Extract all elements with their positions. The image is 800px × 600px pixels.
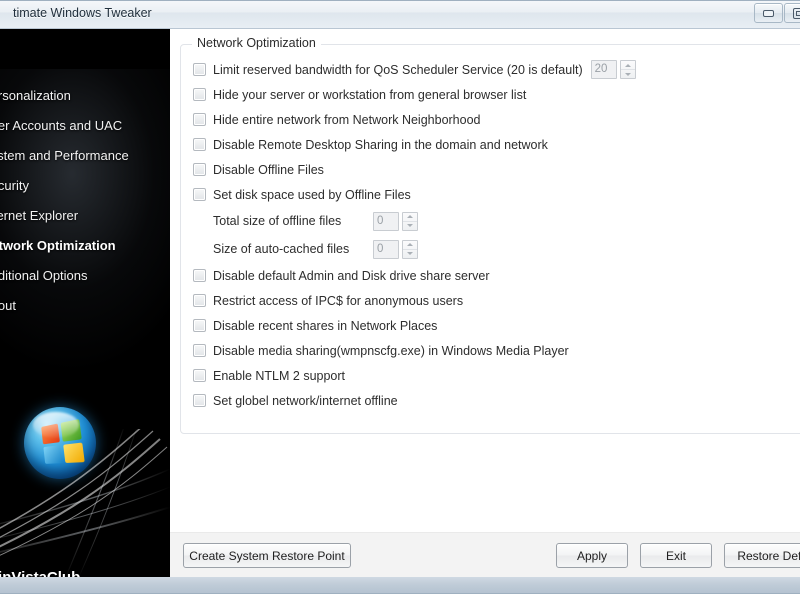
caret-up-icon	[407, 243, 413, 246]
option-row[interactable]: Restrict access of IPC$ for anonymous us…	[193, 288, 800, 313]
total-size-offline-files-stepper[interactable]: 0	[373, 211, 418, 231]
sidebar-item-label: Network Optimization	[0, 238, 116, 253]
option-label: Disable media sharing(wmpnscfg.exe) in W…	[213, 343, 569, 358]
option-label: Hide entire network from Network Neighbo…	[213, 112, 481, 127]
stepper-down-button[interactable]	[621, 70, 635, 78]
sidebar-item-about[interactable]: About	[0, 291, 170, 321]
sidebar-item-additional-options[interactable]: Additional Options	[0, 261, 170, 291]
stepper-up-button[interactable]	[620, 61, 635, 70]
main-content: Network Optimization Limit reserved band…	[170, 29, 800, 579]
caret-up-icon	[624, 63, 631, 67]
auto-cached-files-size-stepper[interactable]: 0	[373, 239, 418, 259]
option-row[interactable]: Disable Remote Desktop Sharing in the do…	[193, 132, 800, 157]
option-label: Limit reserved bandwidth for QoS Schedul…	[213, 62, 583, 77]
qos-bandwidth-value[interactable]: 20	[590, 60, 617, 79]
checkbox-disable-media-sharing[interactable]	[193, 344, 206, 357]
option-row[interactable]: Set disk space used by Offline Files	[193, 182, 800, 207]
option-label: Set globel network/internet offline	[213, 393, 398, 408]
option-label: Disable Remote Desktop Sharing in the do…	[213, 137, 548, 152]
maximize-button[interactable]	[784, 3, 800, 23]
option-row[interactable]: Enable NTLM 2 support	[193, 363, 800, 388]
auto-cached-files-size-value[interactable]: 0	[373, 239, 399, 259]
caret-down-icon	[407, 224, 413, 227]
sub-option-label: Total size of offline files	[213, 214, 342, 228]
sidebar-item-label: User Accounts and UAC	[0, 118, 123, 133]
checkbox-disable-default-admin-shares[interactable]	[193, 269, 206, 282]
option-label: Restrict access of IPC$ for anonymous us…	[213, 293, 464, 308]
maximize-icon	[792, 7, 800, 19]
exit-button[interactable]: Exit	[640, 543, 712, 568]
apply-button[interactable]: Apply	[556, 543, 628, 568]
sidebar: Personalization User Accounts and UAC Sy…	[0, 29, 170, 579]
application-window: timate Windows Tweaker Personal	[0, 0, 800, 600]
caret-up-icon	[407, 215, 413, 218]
sidebar-item-system-and-performance[interactable]: System and Performance	[0, 141, 170, 171]
groupbox-title: Network Optimization	[192, 36, 321, 50]
stepper-down-button[interactable]	[403, 250, 417, 258]
checkbox-hide-entire-network[interactable]	[193, 113, 206, 126]
checkbox-limit-reserved-bandwidth[interactable]	[193, 63, 206, 76]
client-area: Personalization User Accounts and UAC Sy…	[0, 29, 800, 579]
sidebar-item-personalization[interactable]: Personalization	[0, 81, 170, 111]
option-row[interactable]: Disable default Admin and Disk drive sha…	[193, 263, 800, 288]
sidebar-item-label: System and Performance	[0, 148, 129, 163]
minimize-button[interactable]	[754, 3, 783, 23]
option-label: Disable Offline Files	[213, 162, 324, 177]
checkbox-restrict-ipc-anonymous[interactable]	[193, 294, 206, 307]
total-size-offline-files-value[interactable]: 0	[373, 211, 399, 231]
checkbox-disable-remote-desktop-sharing[interactable]	[193, 138, 206, 151]
option-label: Disable default Admin and Disk drive sha…	[213, 268, 490, 283]
window-title: timate Windows Tweaker	[13, 6, 152, 20]
sidebar-item-label: Additional Options	[0, 268, 88, 283]
sidebar-item-network-optimization[interactable]: Network Optimization	[0, 231, 170, 261]
window-controls	[753, 3, 800, 23]
button-bar: Create System Restore Point Apply Exit R…	[170, 532, 800, 579]
light-streaks-graphic	[0, 429, 170, 579]
sub-option-row: Size of auto-cached files 0	[193, 235, 800, 263]
restore-defaults-button[interactable]: Restore Default	[724, 543, 800, 568]
option-label: Set disk space used by Offline Files	[213, 187, 411, 202]
create-system-restore-point-button[interactable]: Create System Restore Point	[183, 543, 351, 568]
window-frame: timate Windows Tweaker Personal	[0, 0, 800, 594]
sidebar-item-security[interactable]: Security	[0, 171, 170, 201]
options-list: Limit reserved bandwidth for QoS Schedul…	[193, 57, 800, 413]
checkbox-set-global-network-offline[interactable]	[193, 394, 206, 407]
stepper-up-button[interactable]	[403, 213, 417, 222]
network-optimization-groupbox: Network Optimization Limit reserved band…	[180, 36, 800, 434]
option-row[interactable]: Disable recent shares in Network Places	[193, 313, 800, 338]
option-row[interactable]: Set globel network/internet offline	[193, 388, 800, 413]
sub-option-row: Total size of offline files 0	[193, 207, 800, 235]
sidebar-item-user-accounts-and-uac[interactable]: User Accounts and UAC	[0, 111, 170, 141]
checkbox-set-disk-space-offline-files[interactable]	[193, 188, 206, 201]
sidebar-item-label: Internet Explorer	[0, 208, 79, 223]
qos-bandwidth-stepper[interactable]: 20	[590, 60, 636, 79]
checkbox-disable-recent-shares[interactable]	[193, 319, 206, 332]
sidebar-nav: Personalization User Accounts and UAC Sy…	[0, 81, 170, 321]
option-label: Disable recent shares in Network Places	[213, 318, 438, 333]
checkbox-disable-offline-files[interactable]	[193, 163, 206, 176]
stepper-down-button[interactable]	[403, 222, 417, 230]
option-row[interactable]: Disable media sharing(wmpnscfg.exe) in W…	[193, 338, 800, 363]
option-row[interactable]: Hide your server or workstation from gen…	[193, 82, 800, 107]
checkbox-hide-server-workstation[interactable]	[193, 88, 206, 101]
minimize-icon	[763, 9, 774, 17]
option-label: Enable NTLM 2 support	[213, 368, 346, 383]
sub-option-label: Size of auto-cached files	[213, 242, 350, 256]
checkbox-enable-ntlm2[interactable]	[193, 369, 206, 382]
sidebar-item-internet-explorer[interactable]: Internet Explorer	[0, 201, 170, 231]
stepper-up-button[interactable]	[403, 241, 417, 250]
sidebar-item-label: About	[0, 298, 16, 313]
option-row[interactable]: Disable Offline Files	[193, 157, 800, 182]
sidebar-item-label: Personalization	[0, 88, 71, 103]
caret-down-icon	[407, 252, 413, 255]
caret-down-icon	[624, 72, 631, 76]
sidebar-item-label: Security	[0, 178, 29, 193]
option-row[interactable]: Limit reserved bandwidth for QoS Schedul…	[193, 57, 800, 82]
window-bottom-frame	[0, 577, 800, 593]
option-label: Hide your server or workstation from gen…	[213, 87, 527, 102]
title-bar[interactable]: timate Windows Tweaker	[0, 1, 800, 29]
option-row[interactable]: Hide entire network from Network Neighbo…	[193, 107, 800, 132]
